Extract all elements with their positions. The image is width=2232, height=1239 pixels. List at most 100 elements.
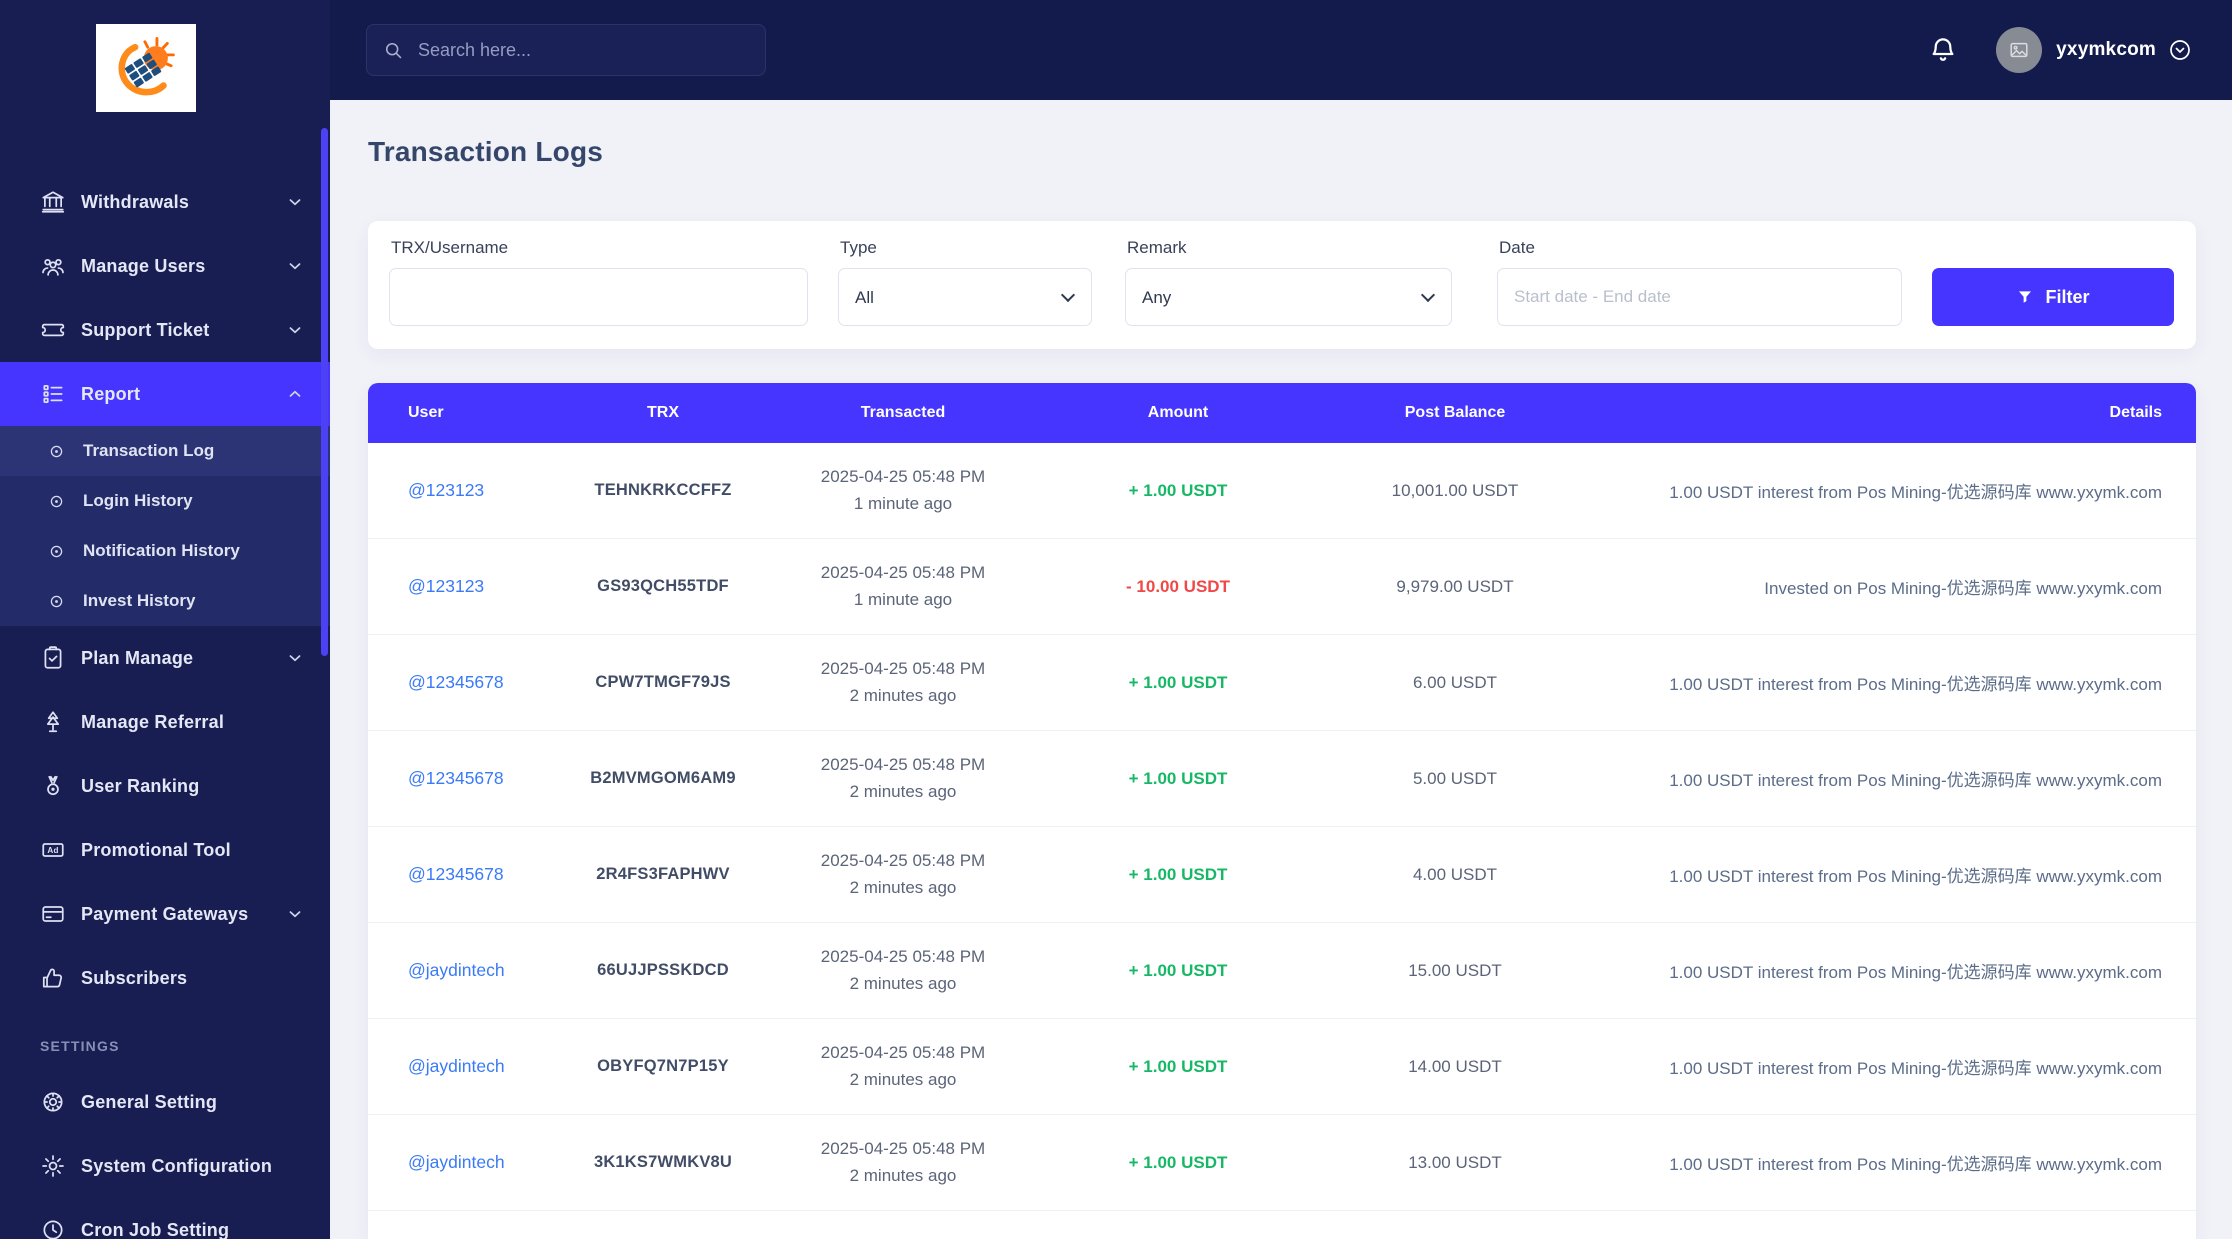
user-link[interactable]: @jaydintech — [408, 960, 505, 980]
sidebar-item-label: Manage Users — [81, 255, 206, 276]
brand-logo[interactable] — [96, 24, 196, 112]
sidebar-item-subscribers[interactable]: Subscribers — [0, 946, 330, 1010]
table-row: @jaydintech OBYFQ7N7P15Y 2025-04-25 05:48 … — [368, 1019, 2196, 1115]
sidebar-scrollbar-thumb[interactable] — [321, 128, 328, 656]
post-balance: 5.00 USDT — [1412, 768, 1498, 788]
avatar[interactable] — [1996, 27, 2043, 73]
username[interactable]: yxymkcom — [2056, 39, 2156, 61]
user-link[interactable]: @123123 — [408, 480, 484, 500]
details-text: 1.00 USDT interest from Pos Mining-优选源码库… — [1669, 1155, 2162, 1174]
sidebar-subitem-label: Notification History — [83, 541, 240, 560]
transacted-ago: 2 minutes ago — [849, 1165, 957, 1185]
sidebar-item-label: Support Ticket — [81, 319, 210, 340]
transacted-ago: 2 minutes ago — [849, 1069, 957, 1089]
user-link[interactable]: @jaydintech — [408, 1056, 505, 1076]
table-row: @12345678 B2MVMGOM6AM9 2025-04-25 05:48 PM… — [368, 731, 2196, 827]
sidebar-item-withdrawals[interactable]: Withdrawals — [0, 170, 330, 234]
sidebar-item-label: Plan Manage — [81, 647, 194, 668]
type-select-wrap: All — [838, 268, 1092, 326]
transacted-date: 2025-04-25 05:48 PM — [820, 851, 986, 871]
user-link[interactable]: @123123 — [408, 576, 484, 596]
sidebar-item-user-ranking[interactable]: User Ranking — [0, 754, 330, 818]
notification-bell-icon[interactable] — [1928, 35, 1958, 65]
sidebar-subitem-invest-history[interactable]: Invest History — [0, 576, 330, 626]
transacted-date: 2025-04-25 05:48 PM — [820, 467, 986, 487]
sidebar-item-label: General Setting — [81, 1091, 218, 1112]
user-link[interactable]: @jaydintech — [408, 1152, 505, 1172]
sidebar-item-manage-referral[interactable]: Manage Referral — [0, 690, 330, 754]
trx-username-label: TRX/Username — [391, 238, 509, 257]
sidebar-item-cron-job-setting[interactable]: Cron Job Setting — [0, 1198, 330, 1239]
post-balance: 15.00 USDT — [1408, 960, 1502, 980]
sidebar-subitem-login-history[interactable]: Login History — [0, 476, 330, 526]
medal-icon — [40, 773, 66, 799]
sidebar-subitem-notification-history[interactable]: Notification History — [0, 526, 330, 576]
type-select[interactable]: All — [838, 268, 1092, 326]
trx-id: 3K1KS7WMKV8U — [593, 1153, 733, 1171]
table-body: @123123 TEHNKRKCCFFZ 2025-04-25 05:48 PM 1 … — [368, 443, 2196, 1211]
table-row: @jaydintech 66UJJPSSKDCD 2025-04-25 05:48 … — [368, 923, 2196, 1019]
sidebar-item-plan-manage[interactable]: Plan Manage — [0, 626, 330, 690]
sidebar-item-label: User Ranking — [81, 775, 200, 796]
transacted-ago: 2 minutes ago — [849, 781, 957, 801]
radio-dot-icon — [48, 593, 65, 610]
ad-icon: Ad — [40, 837, 66, 863]
trx-id: 66UJJPSSKDCD — [597, 961, 729, 979]
sidebar-subitem-transaction-log[interactable]: Transaction Log — [0, 426, 330, 476]
remark-select[interactable]: Any — [1125, 268, 1452, 326]
sidebar-item-manage-users[interactable]: Manage Users — [0, 234, 330, 298]
main-content: Transaction Logs TRX/Username Type All R… — [330, 100, 2232, 1239]
sidebar-item-system-configuration[interactable]: System Configuration — [0, 1134, 330, 1198]
ticket-icon — [40, 317, 66, 343]
bank-icon — [40, 189, 66, 215]
column-header-transacted: Transacted — [860, 404, 946, 421]
user-link[interactable]: @12345678 — [408, 864, 504, 884]
sidebar-item-label: System Configuration — [81, 1155, 273, 1176]
sidebar-item-label: Withdrawals — [81, 191, 190, 212]
topbar-right: yxymkcom — [1928, 0, 2192, 100]
date-range-input[interactable] — [1497, 268, 1902, 326]
thumb-icon — [40, 965, 66, 991]
sidebar-item-support-ticket[interactable]: Support Ticket — [0, 298, 330, 362]
transacted-date: 2025-04-25 05:48 PM — [820, 563, 986, 583]
chevron-up-icon — [286, 385, 304, 403]
sidebar-item-payment-gateways[interactable]: Payment Gateways — [0, 882, 330, 946]
remark-select-wrap: Any — [1125, 268, 1452, 326]
transacted-date: 2025-04-25 05:48 PM — [820, 947, 986, 967]
filter-remark-group: Remark Any — [1125, 221, 1452, 349]
user-menu-chevron-icon[interactable] — [2168, 38, 2192, 62]
amount: + 1.00 USDT — [1128, 480, 1228, 500]
table-row: @123123 GS93QCH55TDF 2025-04-25 05:48 PM 1 … — [368, 539, 2196, 635]
user-link[interactable]: @12345678 — [408, 768, 504, 788]
sidebar-subitem-label: Invest History — [83, 591, 196, 610]
table-row: @jaydintech 3K1KS7WMKV8U 2025-04-25 05:48 … — [368, 1115, 2196, 1211]
table-header: User TRX Transacted Amount Post Balance Detai… — [368, 383, 2196, 443]
transacted-ago: 1 minute ago — [853, 589, 953, 609]
sidebar-item-report[interactable]: Report — [0, 362, 330, 426]
trx-username-input[interactable] — [389, 268, 808, 326]
search-icon — [383, 40, 404, 61]
card-icon — [40, 901, 66, 927]
column-header-details: Details — [2109, 404, 2162, 421]
search-box[interactable] — [366, 24, 766, 76]
filter-date-group: Date — [1497, 221, 1902, 349]
sidebar-item-general-setting[interactable]: General Setting — [0, 1070, 330, 1134]
users-icon — [40, 253, 66, 279]
transacted-ago: 2 minutes ago — [849, 973, 957, 993]
details-text: Invested on Pos Mining-优选源码库 www.yxymk.c… — [1764, 579, 2162, 598]
details-text: 1.00 USDT interest from Pos Mining-优选源码库… — [1669, 483, 2162, 502]
post-balance: 10,001.00 USDT — [1391, 480, 1519, 500]
transacted: 2025-04-25 05:48 PM 2 minutes ago — [748, 944, 1058, 997]
date-label: Date — [1499, 238, 1535, 257]
user-link[interactable]: @12345678 — [408, 672, 504, 692]
search-input[interactable] — [416, 38, 749, 62]
filter-button[interactable]: Filter — [1932, 268, 2174, 326]
sidebar-item-label: Subscribers — [81, 967, 188, 988]
sidebar-item-promotional-tool[interactable]: Ad Promotional Tool — [0, 818, 330, 882]
filter-type-group: Type All — [838, 221, 1092, 349]
page-title: Transaction Logs — [368, 136, 604, 167]
filter-funnel-icon — [2016, 288, 2034, 306]
radio-dot-icon — [48, 543, 65, 560]
post-balance: 9,979.00 USDT — [1396, 576, 1514, 596]
post-balance: 13.00 USDT — [1408, 1152, 1502, 1172]
